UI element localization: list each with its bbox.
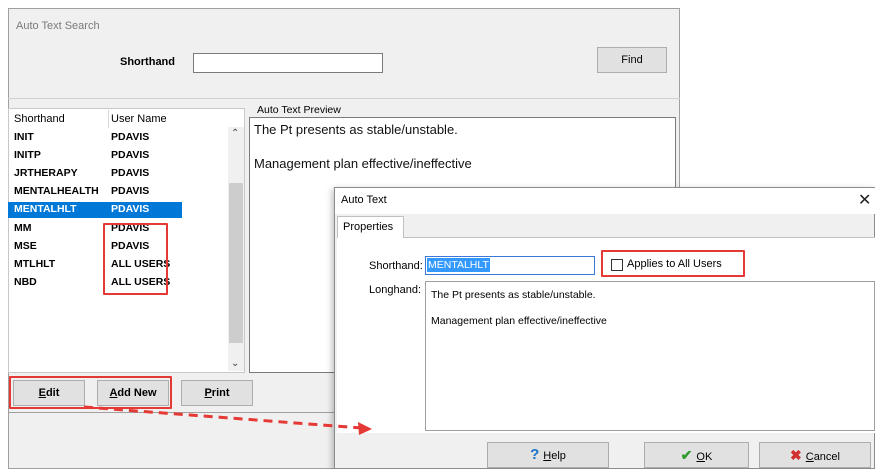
cancel-button[interactable]: ✖ Cancel	[759, 442, 871, 468]
print-button[interactable]: Print	[181, 380, 253, 406]
row-shorthand: MENTALHLT	[14, 203, 77, 215]
column-header-user-name[interactable]: User Name	[111, 113, 167, 125]
shorthand-search-label: Shorthand	[120, 56, 175, 68]
row-shorthand: NBD	[14, 276, 37, 288]
find-button[interactable]: Find	[597, 47, 667, 73]
row-user: PDAVIS	[111, 203, 150, 215]
scroll-down-icon[interactable]: ⌄	[231, 358, 239, 369]
longhand-line: The Pt presents as stable/unstable.	[431, 289, 596, 301]
cancel-x-icon: ✖	[790, 447, 802, 463]
row-shorthand: INIT	[14, 131, 34, 143]
dialog-shorthand-label: Shorthand:	[369, 260, 423, 272]
tab-properties[interactable]: Properties	[337, 216, 404, 238]
row-user: PDAVIS	[111, 149, 150, 161]
dialog-title: Auto Text	[341, 194, 387, 206]
list-item[interactable]: INIT PDAVIS	[8, 130, 228, 146]
preview-title: Auto Text Preview	[257, 104, 341, 116]
shorthand-search-input[interactable]	[193, 53, 383, 73]
window-title: Auto Text Search	[16, 20, 100, 32]
row-shorthand: MENTALHEALTH	[14, 185, 99, 197]
list-item[interactable]: INITP PDAVIS	[8, 148, 228, 164]
highlight-applies-checkbox	[601, 250, 745, 277]
ok-label: K	[704, 451, 713, 463]
help-label: elp	[551, 450, 566, 462]
row-user: PDAVIS	[111, 167, 150, 179]
list-item[interactable]: MENTALHEALTH PDAVIS	[8, 184, 228, 200]
column-header-shorthand[interactable]: Shorthand	[14, 113, 65, 125]
row-user: PDAVIS	[111, 185, 150, 197]
row-shorthand: MTLHLT	[14, 258, 56, 270]
help-button[interactable]: ? Help	[487, 442, 609, 468]
help-icon: ?	[530, 446, 540, 463]
row-user: PDAVIS	[111, 131, 150, 143]
list-item-selected[interactable]: MENTALHLT PDAVIS	[8, 202, 182, 218]
close-icon[interactable]: ✕	[858, 190, 871, 210]
scrollbar-thumb[interactable]	[229, 183, 243, 343]
cancel-label: ancel	[813, 451, 840, 463]
checkmark-icon: ✔	[680, 447, 693, 463]
cancel-mnemonic: C	[805, 451, 814, 463]
preview-line: Management plan effective/ineffective	[254, 156, 472, 171]
row-shorthand: MM	[14, 222, 32, 234]
row-shorthand: MSE	[14, 240, 37, 252]
column-divider	[108, 110, 109, 128]
row-shorthand: JRTHERAPY	[14, 167, 78, 179]
ok-mnemonic: O	[696, 451, 705, 463]
dialog-longhand-label: Longhand:	[369, 284, 421, 296]
print-label: rint	[211, 387, 230, 399]
list-item[interactable]: JRTHERAPY PDAVIS	[8, 166, 228, 182]
divider	[8, 98, 680, 99]
preview-line: The Pt presents as stable/unstable.	[254, 122, 458, 137]
ok-button[interactable]: ✔ OK	[644, 442, 749, 468]
longhand-textarea[interactable]	[425, 281, 875, 431]
row-shorthand: INITP	[14, 149, 41, 161]
dialog-titlebar[interactable]	[335, 188, 875, 214]
highlight-user-names	[103, 223, 168, 295]
highlight-edit-add-buttons	[9, 376, 172, 409]
scroll-up-icon[interactable]: ⌃	[231, 128, 239, 139]
print-mnemonic: P	[204, 387, 212, 399]
longhand-line: Management plan effective/ineffective	[431, 315, 607, 327]
dialog-shorthand-value: MENTALHLT	[427, 258, 490, 272]
